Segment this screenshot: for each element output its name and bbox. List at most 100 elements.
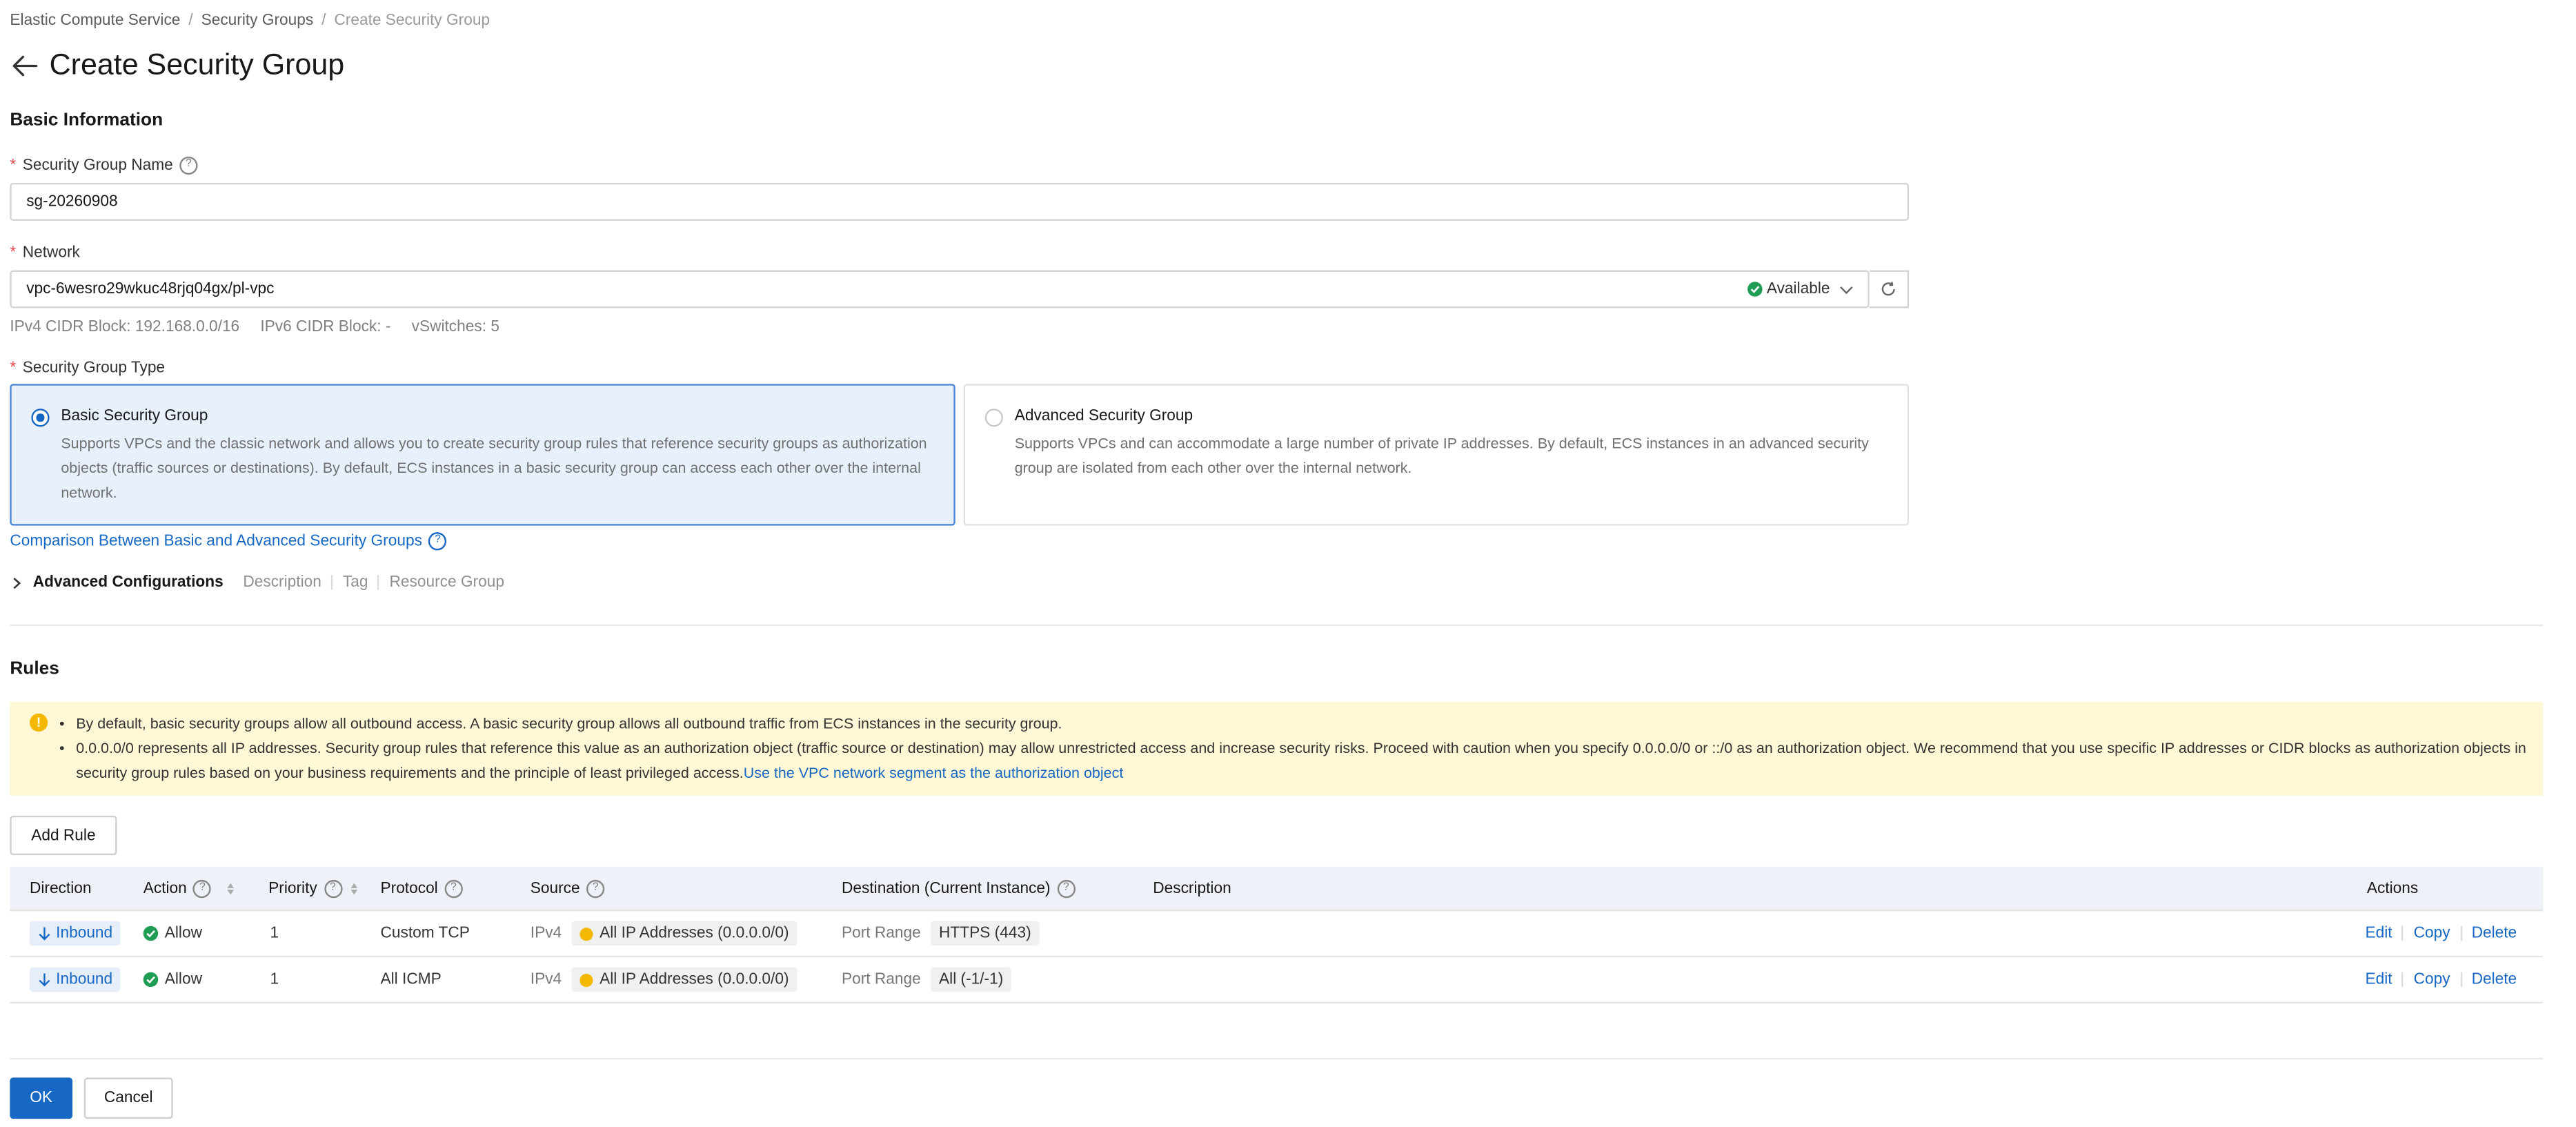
sort-icon[interactable] — [228, 882, 235, 894]
sort-icon[interactable] — [350, 882, 357, 894]
help-icon[interactable]: ? — [193, 879, 212, 897]
help-icon[interactable]: ? — [324, 879, 342, 897]
divider — [2459, 925, 2462, 941]
advanced-item-tag: Tag — [342, 573, 368, 592]
network-status: Available — [1747, 280, 1854, 298]
page-title: Create Security Group — [49, 48, 345, 81]
direction-text: Inbound — [56, 970, 113, 989]
arrow-down-icon — [39, 927, 50, 941]
destination-cell: Port Range All (-1/-1) — [842, 957, 1012, 1001]
advanced-configurations-row: Advanced Configurations Description Tag Re… — [10, 574, 504, 591]
divider — [2459, 972, 2462, 988]
help-icon[interactable]: ? — [428, 532, 447, 551]
network-select-value: vpc-6wesro29wkuc48rjq04gx/pl-vpc — [26, 280, 275, 299]
comparison-link[interactable]: Comparison Between Basic and Advanced Se… — [10, 532, 422, 550]
edit-rule-button[interactable]: Edit — [2365, 970, 2392, 988]
column-destination: Destination (Current Instance) ? — [842, 867, 1076, 910]
direction-tag: Inbound — [29, 921, 121, 946]
source-text: All IP Addresses (0.0.0.0/0) — [600, 970, 789, 989]
network-label: * Network — [10, 244, 80, 262]
column-direction: Direction — [29, 879, 92, 897]
basic-security-group-card[interactable]: Basic Security Group Supports VPCs and t… — [10, 384, 955, 526]
advanced-item-resource-group: Resource Group — [389, 573, 504, 592]
column-description: Description — [1153, 879, 1231, 897]
chevron-right-icon[interactable] — [10, 576, 23, 589]
protocol-cell: All ICMP — [380, 970, 442, 989]
actions-cell: Edit Copy Delete — [2365, 911, 2517, 955]
delete-rule-button[interactable]: Delete — [2472, 970, 2517, 988]
protocol-cell: Custom TCP — [380, 924, 470, 943]
help-icon[interactable]: ? — [179, 156, 198, 175]
breadcrumb-separator: / — [321, 11, 326, 30]
security-group-type-label: * Security Group Type — [10, 359, 165, 377]
divider — [331, 575, 333, 590]
column-protocol-label: Protocol — [380, 879, 438, 897]
advanced-configurations-summary: Description Tag Resource Group — [243, 574, 504, 591]
column-action[interactable]: Action ? — [143, 867, 235, 910]
divider — [377, 575, 380, 590]
warning-icon: ! — [29, 713, 48, 732]
advanced-item-description: Description — [243, 573, 321, 592]
help-icon[interactable]: ? — [1057, 879, 1076, 897]
comparison-link-row: Comparison Between Basic and Advanced Se… — [10, 532, 447, 551]
chevron-down-icon — [1840, 285, 1853, 294]
basic-security-group-title: Basic Security Group — [61, 406, 208, 425]
advanced-security-group-desc: Supports VPCs and can accommodate a larg… — [1014, 435, 1869, 476]
copy-rule-button[interactable]: Copy — [2414, 924, 2450, 942]
source-tag: All IP Addresses (0.0.0.0/0) — [571, 921, 797, 946]
back-arrow-icon[interactable] — [10, 51, 39, 81]
network-select[interactable]: vpc-6wesro29wkuc48rjq04gx/pl-vpc Availab… — [10, 270, 1870, 308]
security-group-type-label-text: Security Group Type — [22, 359, 166, 378]
ipv6-cidr: IPv6 CIDR Block: - — [260, 317, 391, 337]
basic-security-group-desc: Supports VPCs and the classic network an… — [61, 435, 927, 501]
add-rule-button[interactable]: Add Rule — [10, 815, 117, 856]
breadcrumb-separator: / — [188, 11, 193, 30]
destination-cell: Port Range HTTPS (443) — [842, 911, 1040, 955]
direction-cell: Inbound — [29, 957, 121, 1001]
table-header: Direction Action ? Priority ? Protocol ?… — [10, 866, 2544, 912]
action-text: Allow — [164, 970, 202, 989]
breadcrumb-item-security-groups[interactable]: Security Groups — [201, 12, 314, 30]
warning-dot-icon — [579, 926, 593, 941]
direction-cell: Inbound — [29, 911, 121, 955]
refresh-network-button[interactable] — [1869, 270, 1910, 308]
edit-rule-button[interactable]: Edit — [2365, 924, 2392, 942]
cancel-button[interactable]: Cancel — [83, 1077, 173, 1119]
check-circle-icon — [1747, 282, 1762, 297]
basic-security-group-radio[interactable] — [31, 409, 50, 427]
delete-rule-button[interactable]: Delete — [2472, 924, 2517, 942]
help-icon[interactable]: ? — [586, 879, 605, 897]
security-group-name-input[interactable] — [26, 193, 1893, 211]
table-row: Inbound Allow 1 Custom TCP IPv4 All IP A… — [10, 911, 2544, 958]
footer-divider — [10, 1057, 2544, 1060]
table-row: Inbound Allow 1 All ICMP IPv4 All IP Add… — [10, 957, 2544, 1003]
source-type: IPv4 — [530, 970, 562, 989]
breadcrumb-item-ecs[interactable]: Elastic Compute Service — [10, 12, 180, 30]
copy-rule-button[interactable]: Copy — [2414, 970, 2450, 988]
column-priority[interactable]: Priority ? — [268, 867, 357, 910]
breadcrumb-current: Create Security Group — [334, 11, 491, 30]
source-type: IPv4 — [530, 924, 562, 943]
help-icon[interactable]: ? — [444, 879, 463, 897]
security-group-name-field[interactable] — [10, 183, 1910, 221]
advanced-security-group-radio[interactable] — [984, 409, 1003, 427]
column-priority-label: Priority — [268, 879, 317, 897]
advanced-security-group-card[interactable]: Advanced Security Group Supports VPCs an… — [963, 384, 1910, 526]
section-divider — [10, 624, 2544, 627]
alert-bullet-text: 0.0.0.0/0 represents all IP addresses. S… — [76, 736, 2526, 786]
required-marker: * — [10, 244, 17, 262]
ipv4-cidr: IPv4 CIDR Block: 192.168.0.0/16 — [10, 317, 240, 337]
ok-button[interactable]: OK — [10, 1077, 73, 1119]
vpc-segment-link[interactable]: Use the VPC network segment as the autho… — [744, 765, 1124, 781]
refresh-icon — [1881, 282, 1895, 296]
alert-body: • By default, basic security groups allow… — [59, 712, 2526, 785]
required-marker: * — [10, 156, 17, 175]
advanced-configurations-toggle[interactable]: Advanced Configurations — [33, 574, 224, 591]
security-group-name-label-text: Security Group Name — [22, 156, 173, 175]
priority-cell: 1 — [270, 924, 279, 943]
vswitch-count: vSwitches: 5 — [411, 317, 499, 337]
rules-heading: Rules — [10, 659, 59, 679]
column-source: Source ? — [531, 867, 605, 910]
direction-tag: Inbound — [29, 967, 121, 992]
priority-cell: 1 — [270, 970, 279, 989]
